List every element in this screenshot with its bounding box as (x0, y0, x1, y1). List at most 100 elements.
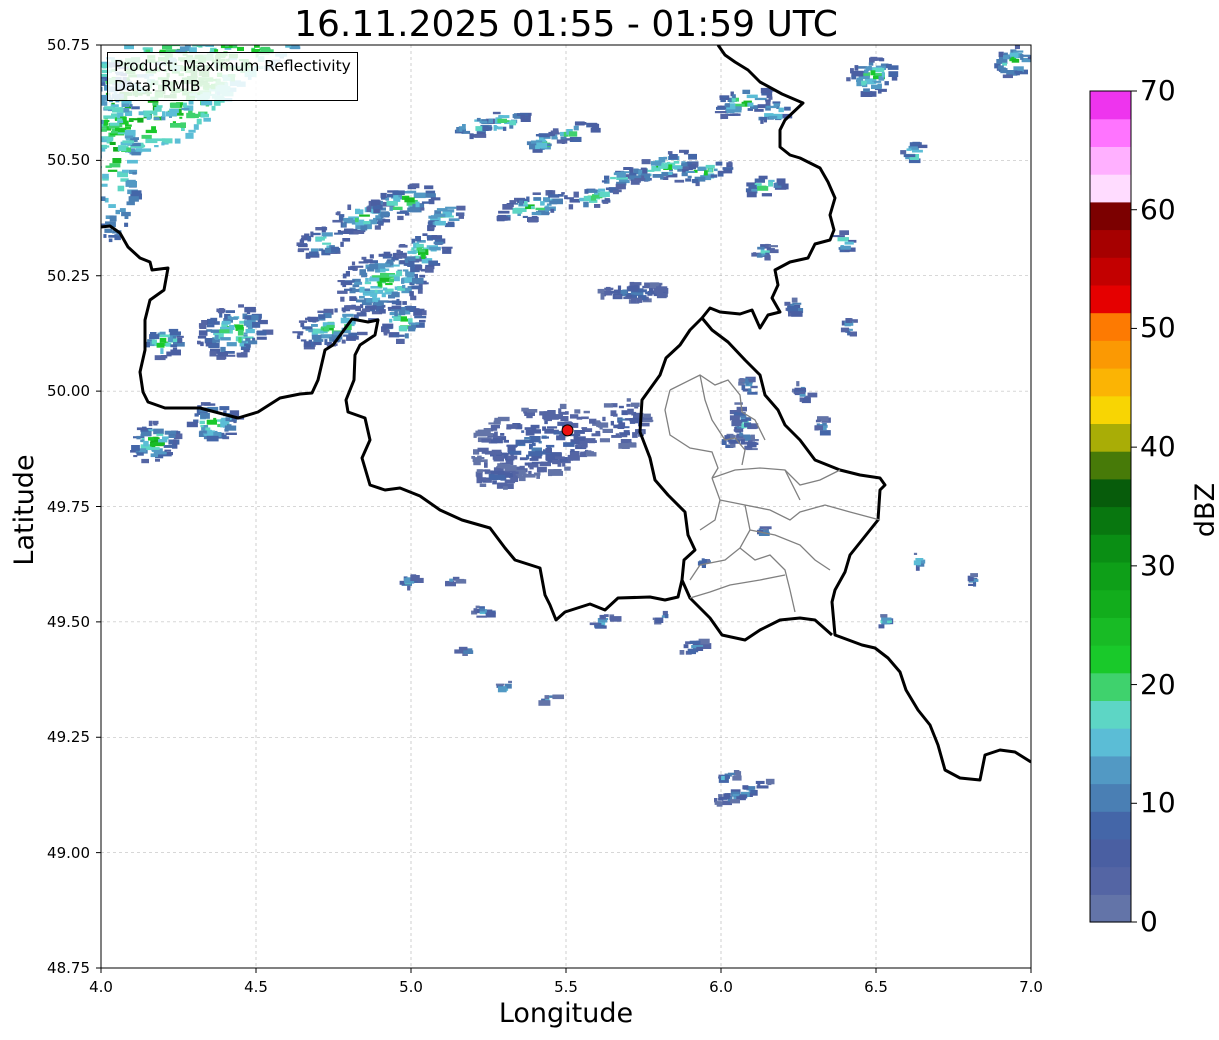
echo-cell (289, 26, 301, 29)
echo-cell (722, 96, 728, 99)
echo-cell (475, 461, 480, 465)
echo-cell (195, 30, 200, 32)
echo-cell (380, 272, 387, 279)
echo-cell (721, 775, 725, 781)
echo-cell (488, 474, 495, 480)
echo-cell (732, 94, 736, 99)
echo-cell (727, 772, 735, 775)
echo-cell (124, 45, 134, 50)
echo-cell (621, 410, 628, 416)
echo-cell (588, 189, 598, 193)
echo-cell (262, 34, 273, 38)
echo-cell (221, 320, 231, 325)
x-axis-label: Longitude (498, 998, 634, 1029)
echo-cell (573, 125, 579, 131)
echo-cell (236, 352, 242, 357)
echo-cell (409, 191, 414, 194)
echo-cell (396, 270, 403, 277)
colorbar-segment (1090, 700, 1131, 729)
echo-cell (879, 58, 885, 62)
echo-cell (720, 113, 729, 119)
echo-cell (604, 175, 610, 180)
echo-cell (237, 46, 244, 51)
echo-cell (151, 126, 156, 131)
echo-cell (512, 471, 519, 475)
echo-cell (518, 475, 526, 482)
echo-cell (577, 444, 582, 448)
echo-cell (609, 616, 622, 622)
echo-cell (524, 473, 536, 478)
echo-cell (739, 432, 743, 437)
echo-cell (108, 238, 113, 243)
echo-cell (237, 29, 245, 33)
echo-cell (531, 211, 542, 216)
echo-cell (546, 426, 558, 429)
echo-cell (248, 340, 258, 345)
echo-cell (164, 430, 177, 435)
colorbar-tick-label: 60 (1140, 192, 1176, 226)
echo-cell (359, 295, 365, 299)
map-plot (68, 26, 1137, 973)
echo-cell (162, 111, 165, 117)
echo-cell (416, 247, 423, 251)
echo-cell (545, 444, 555, 448)
echo-cell (298, 243, 308, 248)
echo-cell (197, 335, 207, 339)
echo-cell (574, 430, 585, 434)
echo-cell (410, 575, 420, 581)
echo-cell (149, 33, 160, 39)
echo-cell (431, 235, 438, 239)
echo-cell (211, 105, 216, 111)
echo-cell (203, 37, 207, 41)
echo-cell (112, 107, 124, 113)
echo-cell (409, 291, 414, 297)
echo-cell (479, 483, 487, 487)
echo-cell (128, 118, 134, 122)
echo-cell (574, 409, 581, 414)
echo-cell (716, 106, 726, 110)
echo-cell (600, 615, 604, 618)
echo-cell (68, 115, 72, 119)
echo-cell (389, 260, 394, 266)
echo-cell (492, 111, 501, 115)
echo-cell (404, 259, 409, 264)
echo-cell (72, 96, 79, 99)
echo-cell (888, 71, 899, 77)
colorbar-tick-label: 50 (1140, 311, 1176, 345)
echo-cell (94, 107, 97, 112)
echo-cell (602, 416, 606, 422)
echo-cell (200, 342, 204, 347)
echo-cell (355, 217, 359, 223)
echo-cell (718, 796, 730, 800)
echo-cell (140, 431, 152, 437)
echo-cell (625, 418, 634, 421)
echo-cell (163, 445, 176, 448)
echo-cell (89, 73, 93, 75)
echo-cell (172, 347, 178, 353)
echo-cell (537, 468, 544, 473)
echo-cell (206, 324, 215, 328)
echo-cell (192, 45, 201, 47)
echo-cell (102, 173, 109, 179)
echo-cell (715, 161, 723, 166)
echo-cell (184, 36, 191, 39)
echo-cell (188, 129, 196, 133)
echo-cell (240, 352, 248, 358)
echo-cell (854, 65, 859, 71)
echo-cell (160, 348, 164, 354)
echo-cell (359, 286, 365, 293)
echo-cell (570, 449, 575, 453)
echo-cell (273, 30, 280, 33)
echo-cell (589, 418, 597, 424)
echo-cell (383, 268, 390, 271)
echo-cell (515, 439, 526, 446)
echo-cell (913, 552, 918, 555)
echo-cell (884, 81, 889, 86)
echo-cell (573, 191, 579, 198)
echo-cell (269, 27, 278, 32)
echo-cell (159, 337, 167, 343)
echo-cell (172, 335, 177, 339)
echo-cell (220, 36, 227, 40)
echo-cell (385, 197, 390, 201)
y-tick-label: 48.75 (47, 959, 90, 977)
